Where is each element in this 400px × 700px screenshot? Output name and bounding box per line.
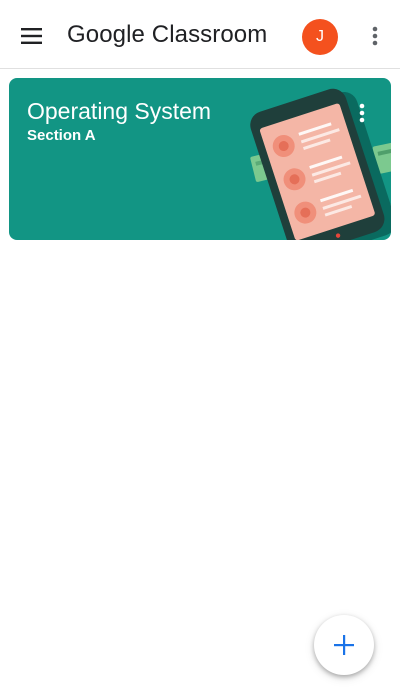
app-bar: Google Classroom J <box>0 0 400 69</box>
course-section: Section A <box>27 127 96 144</box>
hamburger-menu-icon <box>21 28 42 44</box>
more-options-button[interactable] <box>360 17 390 55</box>
course-name[interactable]: Operating System <box>27 97 211 125</box>
app-title: Google Classroom <box>67 21 268 48</box>
class-card[interactable]: Operating System Section A <box>9 78 391 240</box>
menu-button[interactable] <box>12 16 52 56</box>
avatar-initial: J <box>316 28 324 45</box>
more-vert-icon <box>359 103 365 123</box>
more-vert-icon <box>372 26 378 46</box>
create-or-join-class-button[interactable] <box>314 615 374 675</box>
plus-icon <box>334 635 354 655</box>
account-avatar[interactable]: J <box>302 19 338 55</box>
class-options-button[interactable] <box>351 100 373 126</box>
